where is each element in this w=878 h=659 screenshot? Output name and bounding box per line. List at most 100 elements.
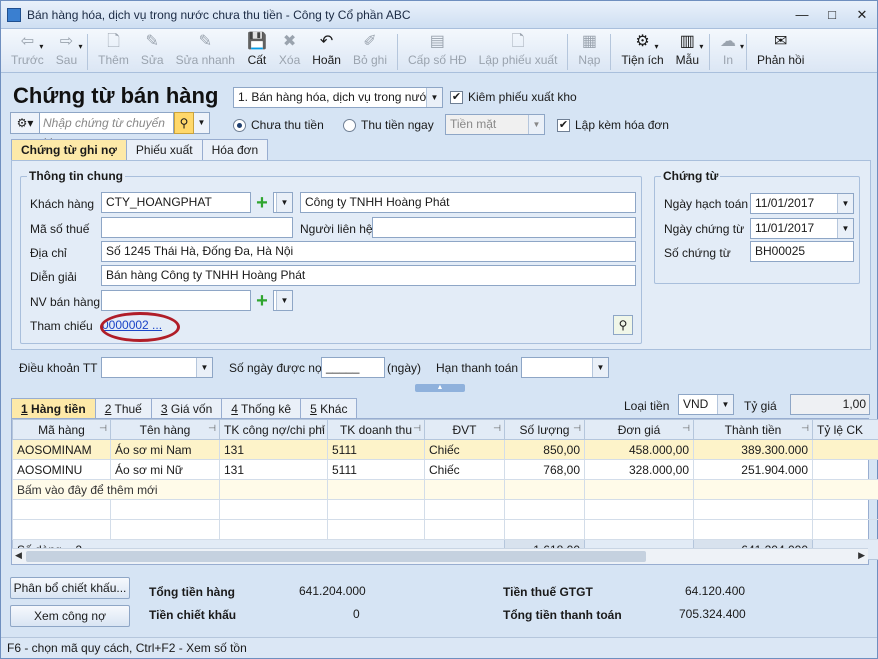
table-cell[interactable]: Chiếc (424, 439, 505, 460)
toolbar-button-template[interactable]: ▥ Mẫu ▾ (670, 32, 705, 72)
column-header[interactable]: Mã hàng ⊣ (12, 419, 111, 440)
toolbar-label: Phản hồi (757, 53, 805, 67)
table-cell[interactable]: 850,00 (504, 439, 585, 460)
table-cell[interactable]: AOSOMINAM (12, 439, 111, 460)
tax-code-field[interactable] (101, 217, 293, 238)
toolbar-button-utilities[interactable]: ⚙ Tiện ích ▾ (615, 32, 669, 72)
toolbar-button-back-arrow[interactable]: ⇦ Trước ▾ (5, 32, 50, 72)
add-staff-icon[interactable]: + (253, 291, 271, 311)
table-row[interactable]: AOSOMINU Áo sơ mi Nữ 131 5111 Chiếc 768,… (12, 459, 878, 480)
column-header[interactable]: Tên hàng ⊣ (110, 419, 220, 440)
pin-icon: ⊣ (208, 423, 216, 433)
contact-field[interactable] (372, 217, 636, 238)
table-cell[interactable]: 5111 (327, 439, 425, 460)
collapse-chevron-icon[interactable]: ▲ (415, 384, 465, 392)
column-header[interactable]: Đơn giá ⊣ (584, 419, 694, 440)
toolbar-button-forward-arrow[interactable]: ⇨ Sau ▾ (50, 32, 83, 72)
table-cell[interactable]: Áo sơ mi Nam (110, 439, 220, 460)
table-cell[interactable]: 458.000,00 (584, 439, 694, 460)
description-field[interactable]: Bán hàng Công ty TNHH Hoàng Phát (101, 265, 636, 286)
toolbar-button-save[interactable]: 💾 Cất (241, 32, 273, 72)
toolbar-button-submit[interactable]: ▦ Nạp (572, 32, 606, 72)
table-cell[interactable]: 5111 (327, 459, 425, 480)
tab-goods-money[interactable]: 1 Hàng tiền (11, 398, 96, 419)
toolbar-button-invoice-number[interactable]: ▤ Cấp số HĐ (402, 32, 473, 72)
maximize-icon[interactable]: □ (817, 4, 847, 26)
chevron-down-icon: ▼ (276, 193, 292, 212)
add-new-row-label[interactable]: Bấm vào đây để thêm mới (12, 479, 220, 500)
sales-staff-field[interactable] (101, 290, 251, 311)
table-cell[interactable]: 389.300.000 (693, 439, 813, 460)
toolbar-button-print[interactable]: ☁ In ▾ (714, 32, 744, 72)
toolbar-button-delete[interactable]: ✖ Xóa (273, 32, 306, 72)
table-cell[interactable]: 251.904.000 (693, 459, 813, 480)
column-header[interactable]: Số lượng ⊣ (504, 419, 585, 440)
customer-code-field[interactable]: CTY_HOANGPHAT (101, 192, 251, 213)
column-header[interactable]: Thành tiền ⊣ (693, 419, 813, 440)
voucher-date-field[interactable]: 11/01/2017 ▼ (750, 218, 854, 239)
tab-export-slip[interactable]: Phiếu xuất (125, 139, 203, 160)
zoom-icon[interactable]: ⚲ (613, 315, 633, 335)
due-date-select[interactable]: ▼ (521, 357, 609, 378)
table-cell[interactable]: AOSOMINU (12, 459, 111, 480)
allocate-discount-button[interactable]: Phân bổ chiết khấu... (10, 577, 130, 599)
customer-dropdown[interactable]: ▼ (273, 192, 293, 213)
address-label: Địa chỉ (30, 246, 67, 260)
address-field[interactable]: Số 1245 Thái Hà, Đống Đa, Hà Nội (101, 241, 636, 262)
toolbar-button-quick-edit[interactable]: ✎ Sửa nhanh (170, 32, 241, 72)
credit-days-field[interactable]: _____ (321, 357, 385, 378)
export-slip-checkbox[interactable]: ✔ Kiêm phiếu xuất kho (450, 90, 577, 104)
close-icon[interactable]: ✕ (847, 4, 877, 26)
scrollbar-thumb[interactable] (26, 551, 646, 562)
table-cell[interactable]: Chiếc (424, 459, 505, 480)
days-unit: (ngày) (387, 361, 422, 375)
table-cell[interactable] (812, 459, 878, 480)
search-input[interactable]: Nhập chứng từ chuyển kho (40, 112, 174, 150)
table-cell[interactable]: 328.000,00 (584, 459, 694, 480)
add-customer-icon[interactable]: + (253, 193, 271, 213)
toolbar-button-feedback[interactable]: ✉ Phản hồi (751, 32, 810, 72)
column-header[interactable]: TK doanh thu ⊣ (327, 419, 425, 440)
table-cell[interactable]: 131 (219, 459, 328, 480)
column-header[interactable]: ĐVT ⊣ (424, 419, 505, 440)
toolbar-button-unpost[interactable]: ✐ Bỏ ghi (347, 32, 393, 72)
tab-other[interactable]: 5 Khác (300, 398, 358, 419)
tab-statistics[interactable]: 4 Thống kê (221, 398, 302, 419)
toolbar-button-export-slip[interactable]: 🗋 Lập phiếu xuất (473, 32, 564, 72)
invoice-checkbox[interactable]: ✔ Lập kèm hóa đơn (557, 118, 669, 132)
table-cell[interactable]: 131 (219, 439, 328, 460)
table-cell[interactable] (812, 439, 878, 460)
search-mode-button[interactable]: ⚙▾ (10, 112, 40, 134)
tab-invoice[interactable]: Hóa đơn (201, 139, 269, 160)
voucher-no-field[interactable]: BH00025 (750, 241, 854, 262)
radio-paid[interactable]: Thu tiền ngay (343, 118, 434, 132)
tab-cost[interactable]: 3 Giá vốn (150, 398, 223, 419)
table-row[interactable]: AOSOMINAM Áo sơ mi Nam 131 5111 Chiếc 85… (12, 439, 878, 460)
add-new-row[interactable]: Bấm vào đây để thêm mới (12, 479, 878, 500)
radio-unpaid[interactable]: Chưa thu tiền (233, 118, 324, 132)
toolbar-button-undo[interactable]: ↶ Hoãn (306, 32, 347, 72)
detail-table: Mã hàng ⊣ Tên hàng ⊣ TK công nợ/chi phí ⊣ T… (12, 419, 878, 560)
currency-select[interactable]: VND ▼ (678, 394, 734, 415)
horizontal-scrollbar[interactable]: ◀ ▶ (12, 548, 868, 564)
table-cell[interactable]: 768,00 (504, 459, 585, 480)
payment-terms-select[interactable]: ▼ (101, 357, 213, 378)
doc-type-select[interactable]: 1. Bán hàng hóa, dịch vụ trong nước ▼ (233, 87, 443, 108)
tab-tax[interactable]: 2 Thuế (94, 398, 152, 419)
checkbox-checked-icon[interactable]: ✔ (557, 118, 570, 132)
minimize-icon[interactable]: — (787, 4, 817, 26)
column-header[interactable]: Tỷ lệ CK (812, 419, 878, 440)
checkbox-checked-icon[interactable]: ✔ (450, 90, 463, 104)
search-dropdown-button[interactable]: ▼ (194, 112, 210, 134)
toolbar-button-edit-document[interactable]: ✎ Sửa (135, 32, 170, 72)
quick-edit-icon: ✎ (198, 33, 212, 50)
view-debt-button[interactable]: Xem công nợ (10, 605, 130, 627)
posting-date-field[interactable]: 11/01/2017 ▼ (750, 193, 854, 214)
column-header[interactable]: TK công nợ/chi phí ⊣ (219, 419, 328, 440)
staff-dropdown[interactable]: ▼ (273, 290, 293, 311)
table-cell[interactable]: Áo sơ mi Nữ (110, 459, 220, 480)
search-icon[interactable]: ⚲ (174, 112, 194, 134)
tab-debit-voucher[interactable]: Chứng từ ghi nợ (11, 139, 127, 160)
customer-name-field[interactable]: Công ty TNHH Hoàng Phát (300, 192, 636, 213)
toolbar-button-add-document[interactable]: 🗋 Thêm (92, 32, 135, 72)
